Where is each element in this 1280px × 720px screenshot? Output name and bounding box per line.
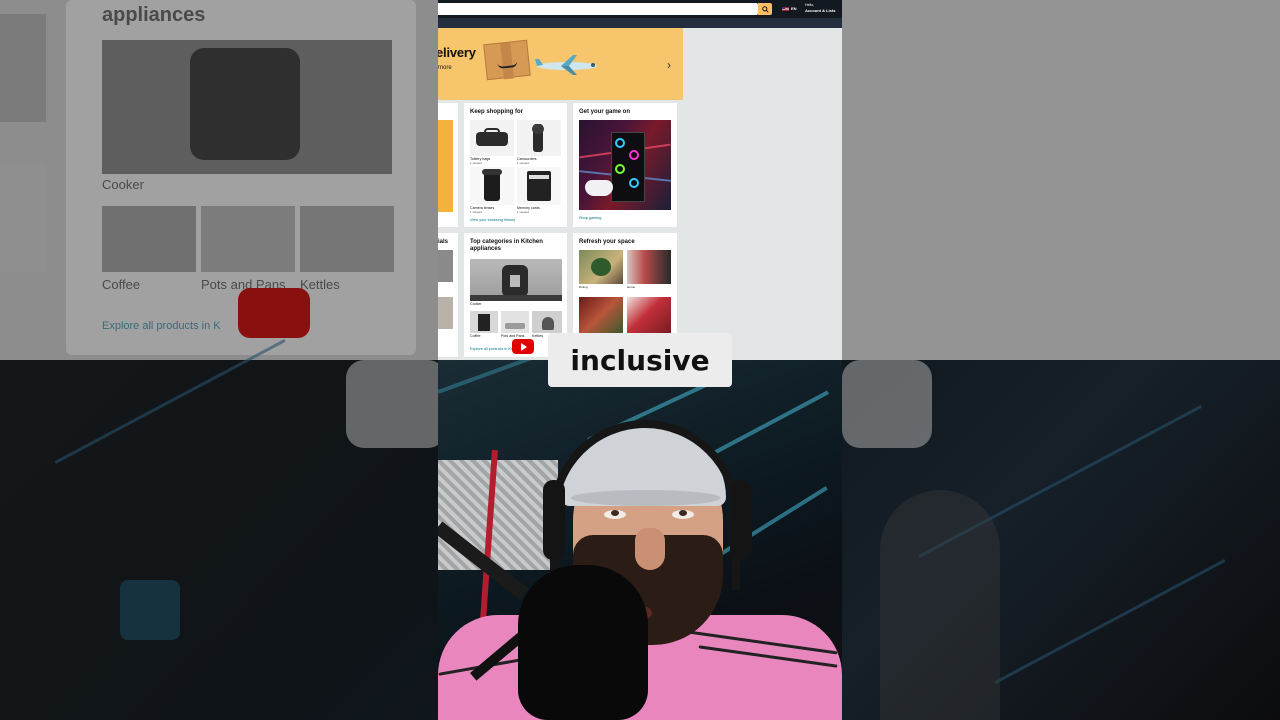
pots-label: Pots and Pans [501,334,525,338]
toiletry-bag-thumb[interactable] [470,120,514,156]
search-input[interactable] [438,3,758,15]
memory-card-thumb[interactable] [517,167,561,205]
keep-shopping-card: Keep shopping for Toiletry bags 1 viewed… [464,103,567,227]
language-selector[interactable]: EN [782,6,797,11]
bg-coffee-label: Coffee [102,277,141,292]
account-menu[interactable]: Hello, Account & Lists [805,3,835,13]
kettles-label: Kettles [532,334,543,338]
kitchen-title: Top categories in Kitchen appliances [470,239,543,252]
hero-banner[interactable]: elivery more › [438,28,683,100]
airplane-icon [535,55,597,75]
space-thumb-3[interactable] [579,297,623,333]
camera-lens-thumb[interactable] [470,167,514,205]
left-card-title: ials [438,239,449,245]
search-icon [761,5,769,13]
controller-icon [585,180,613,196]
empty-right-pane [683,28,842,360]
coffee-thumb[interactable] [470,311,498,333]
pots-thumb[interactable] [501,311,529,333]
space-thumb-4[interactable] [627,297,671,333]
home-thumb[interactable] [627,250,671,284]
left-card-top [438,103,458,227]
language-label: EN [791,6,797,11]
item-sub: 1 viewed [470,161,482,165]
hero-subtitle: more [438,65,452,71]
item-sub: 1 viewed [517,161,529,165]
webcam-feed [438,360,842,720]
game-title: Get your game on [579,109,631,115]
dining-thumb[interactable] [579,250,623,284]
browsing-history-link[interactable]: View your browsing history [470,218,515,222]
keep-shopping-title: Keep shopping for [470,109,523,115]
shop-gaming-link[interactable]: Shop gaming [579,216,601,220]
account-lists-label: Account & Lists [805,8,836,13]
box-icon [483,39,531,81]
bg-explore-link: Explore all products in K [102,320,221,332]
top-nav: EN Hello, Account & Lists [438,0,842,18]
home-label: Home [627,285,636,289]
coffee-label: Coffee [470,334,481,338]
chevron-right-icon[interactable]: › [667,58,671,72]
youtube-play-icon[interactable] [512,339,534,354]
item-sub: 1 viewed [517,210,529,214]
search-button[interactable] [758,3,772,15]
cooker-label: Cooker [470,302,482,306]
bg-kettles-label: Kettles [300,277,340,292]
camcorder-thumb[interactable] [517,120,561,156]
hero-title: elivery [438,45,476,60]
bg-cooker-label: Cooker [102,177,144,192]
us-flag-icon [782,6,789,11]
amazon-screen: EN Hello, Account & Lists Get fr elivery… [438,0,842,360]
game-card: Get your game on Shop gaming [573,103,677,227]
gaming-pc-image[interactable] [579,120,671,210]
left-card-bottom: ials [438,233,458,357]
kettles-thumb[interactable] [532,311,562,333]
short-video-frame: EN Hello, Account & Lists Get fr elivery… [438,0,842,720]
bg-youtube-logo [238,288,310,338]
dining-label: Dining [579,285,588,289]
item-sub: 1 viewed [470,210,482,214]
sub-nav: Get fr [438,18,842,43]
subtitle-caption: inclusive [548,333,732,387]
bg-heading: appliances [102,4,206,26]
microphone [518,565,648,720]
cooker-image[interactable] [470,259,562,301]
refresh-title: Refresh your space [579,239,635,245]
